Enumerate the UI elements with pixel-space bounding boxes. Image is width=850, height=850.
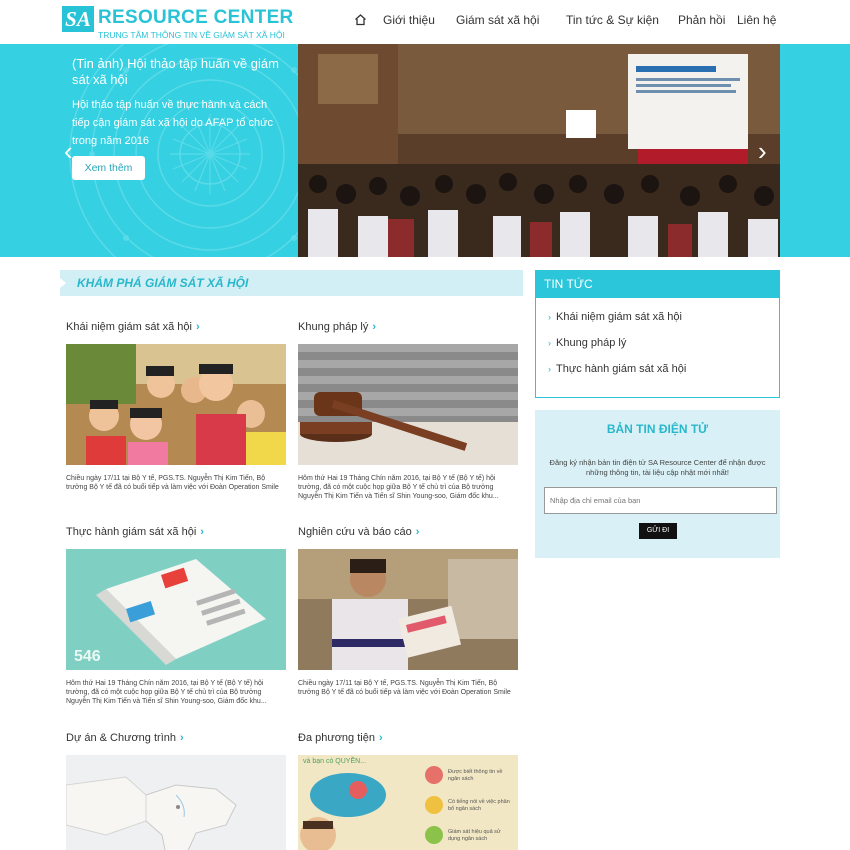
infographic-item: Được biết thông tin về ngân sách — [448, 769, 503, 782]
bullet-arrow-icon: › — [548, 338, 551, 348]
hero-banner: (Tin ảnh) Hội thảo tập huấn về giám sát … — [0, 44, 850, 257]
newsletter-box: BẢN TIN ĐIỆN TỬ Đăng ký nhận bản tin điệ… — [535, 410, 780, 558]
brochure-photo[interactable]: 546 — [66, 549, 286, 670]
card-title-text: Đa phương tiện — [298, 732, 375, 744]
news-link-label: Khái niệm giám sát xã hội — [556, 311, 682, 323]
card-title-text: Thực hành giám sát xã hội — [66, 526, 197, 538]
site-header: SA RESOURCE CENTER TRUNG TÂM THÔNG TIN V… — [0, 0, 850, 44]
card-multimedia: Đa phương tiện › và bạn có QUYỀN... Được … — [298, 732, 518, 850]
conference-photo — [298, 44, 780, 257]
news-link-label: Thực hành giám sát xã hội — [556, 363, 687, 375]
card-caption: Hôm thứ Hai 19 Tháng Chín năm 2016, tại … — [298, 475, 499, 500]
logo-subtitle: TRUNG TÂM THÔNG TIN VỀ GIÁM SÁT XÃ HỘI — [98, 30, 285, 40]
card-title-text: Nghiên cứu và báo cáo — [298, 526, 412, 538]
news-box: TIN TỨC › Khái niệm giám sát xã hội › Khun… — [535, 270, 780, 398]
chevron-right-icon: › — [195, 321, 200, 333]
header-arrow-icon — [60, 278, 66, 288]
banner-right-panel: › — [758, 44, 850, 257]
bullet-arrow-icon: › — [548, 312, 551, 322]
explore-heading: Khám phá giám sát xã hội — [77, 276, 249, 290]
card-title-multimedia[interactable]: Đa phương tiện › — [298, 732, 383, 744]
card-concept: Khái niệm giám sát xã hội › Chiều ngày 17… — [66, 321, 286, 511]
card-title-legal[interactable]: Khung pháp lý › — [298, 321, 376, 333]
card-title-text: Khung pháp lý — [298, 321, 369, 333]
nav-item-news-events[interactable]: Tin tức & Sự kiện — [566, 12, 659, 28]
read-more-button[interactable]: Xem thêm — [72, 156, 145, 180]
news-link-label: Khung pháp lý — [556, 337, 627, 349]
chevron-right-icon: › — [378, 732, 383, 744]
nav-item-social-monitoring[interactable]: Giám sát xã hội — [456, 12, 539, 28]
chevron-right-icon: › — [180, 732, 184, 744]
card-caption: Chiều ngày 17/11 tại Bộ Y tế, PGS.TS. Ng… — [66, 475, 279, 491]
infographic-item: Có tiếng nói về việc phân bổ ngân sách — [448, 799, 510, 812]
card-title-concept[interactable]: Khái niệm giám sát xã hội › — [66, 321, 200, 333]
banner-title[interactable]: (Tin ảnh) Hội thảo tập huấn về giám sát … — [72, 56, 287, 88]
send-button[interactable]: GỬI ĐI — [639, 523, 677, 539]
nav-item-about[interactable]: Giới thiệu — [383, 12, 435, 28]
news-link[interactable]: › Khung pháp lý — [548, 337, 626, 349]
card-projects-programs: Dự án & Chương trình › — [66, 732, 286, 850]
explore-section-header: Khám phá giám sát xã hội — [60, 270, 523, 296]
site-logo[interactable]: SA RESOURCE CENTER TRUNG TÂM THÔNG TIN V… — [60, 6, 293, 40]
nav-item-contact[interactable]: Liên hệ — [737, 12, 776, 28]
next-slide-icon[interactable]: › — [758, 138, 767, 164]
woman-reading-photo[interactable] — [298, 549, 518, 670]
rights-infographic[interactable]: và bạn có QUYỀN... Được biết thông tin v… — [298, 755, 518, 850]
news-link[interactable]: › Khái niệm giám sát xã hội — [548, 311, 682, 323]
card-legal-framework: Khung pháp lý › Hôm thứ Hai 19 Tháng Chín… — [298, 321, 518, 511]
home-icon[interactable] — [354, 13, 367, 26]
card-caption: Chiều ngày 17/11 tại Bộ Y tế, PGS.TS. Ng… — [298, 680, 511, 696]
card-practice: Thực hành giám sát xã hội › 546 Hôm thứ H… — [66, 526, 286, 716]
banner-description: Hội thảo tập huấn về thực hành và cách t… — [72, 99, 273, 147]
chevron-right-icon: › — [372, 321, 377, 333]
chevron-right-icon: › — [415, 526, 420, 538]
card-title-text: Dự án & Chương trình — [66, 732, 176, 744]
card-title-research[interactable]: Nghiên cứu và báo cáo › — [298, 526, 419, 538]
email-field[interactable] — [544, 487, 777, 514]
news-heading: TIN TỨC — [536, 271, 779, 298]
nav-item-feedback[interactable]: Phản hồi — [678, 12, 725, 28]
logo-title: RESOURCE CENTER — [98, 7, 294, 28]
chevron-right-icon: › — [200, 526, 204, 538]
banner-text-panel: (Tin ảnh) Hội thảo tập huấn về giám sát … — [0, 44, 298, 257]
card-title-text: Khái niệm giám sát xã hội — [66, 321, 192, 333]
children-photo[interactable] — [66, 344, 286, 465]
card-title-practice[interactable]: Thực hành giám sát xã hội › — [66, 526, 204, 538]
vietnam-map[interactable] — [66, 755, 286, 850]
card-title-projects[interactable]: Dự án & Chương trình › — [66, 732, 184, 744]
card-research-reports: Nghiên cứu và báo cáo › Chiều ngày 17/11 … — [298, 526, 518, 716]
logo-mark: SA — [62, 6, 94, 32]
newsletter-description: Đăng ký nhận bản tin điện tử SA Resource… — [549, 458, 766, 477]
gavel-photo[interactable] — [298, 344, 518, 465]
brochure-number: 546 — [74, 648, 101, 665]
newsletter-heading: BẢN TIN ĐIỆN TỬ — [606, 422, 709, 436]
bullet-arrow-icon: › — [548, 364, 551, 374]
card-caption: Hôm thứ Hai 19 Tháng Chín năm 2016, tại … — [66, 680, 267, 705]
infographic-item: Giám sát hiệu quả sử dụng ngân sách — [448, 829, 501, 842]
news-link[interactable]: › Thực hành giám sát xã hội — [548, 363, 686, 375]
prev-slide-icon[interactable]: ‹ — [64, 138, 73, 164]
